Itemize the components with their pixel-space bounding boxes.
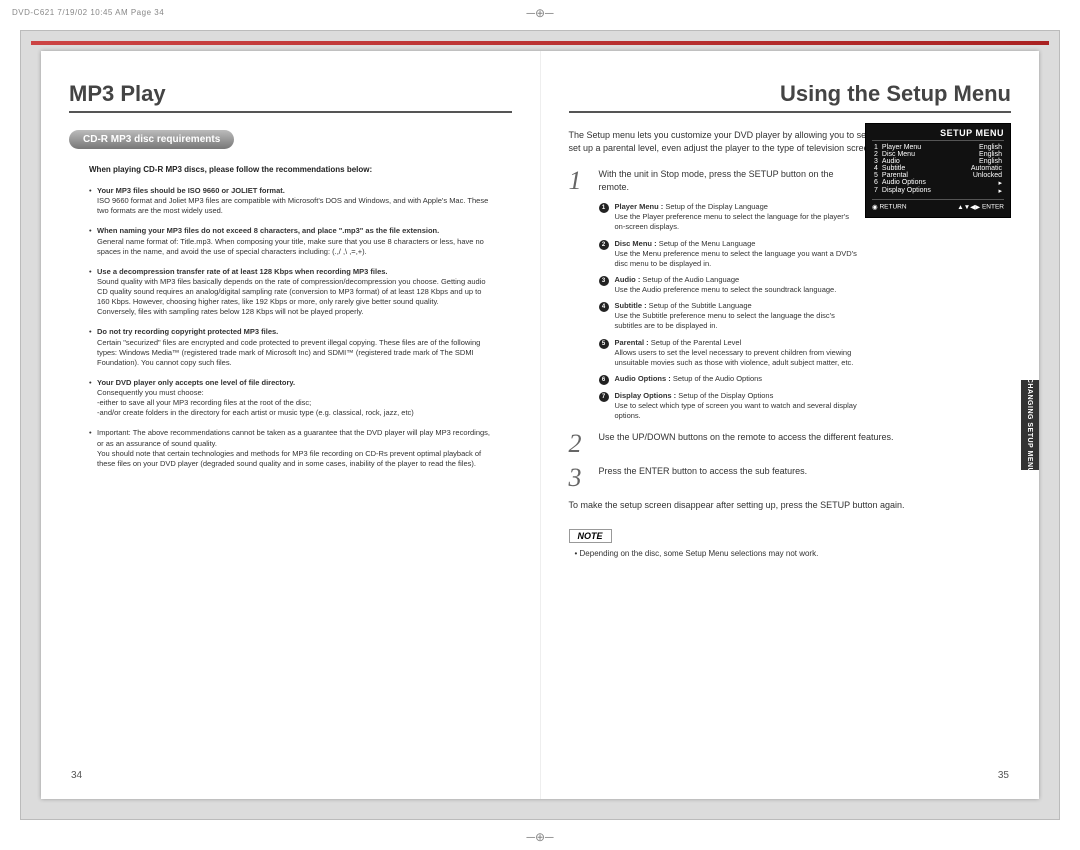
page-spread: MP3 Play CD-R MP3 disc requirements When…	[41, 51, 1039, 799]
requirement-head: Do not try recording copyright protected…	[97, 327, 492, 337]
def-body: Audio Options : Setup of the Audio Optio…	[615, 374, 763, 385]
note-text: • Depending on the disc, some Setup Menu…	[575, 549, 1012, 558]
section-intro: When playing CD-R MP3 discs, please foll…	[89, 165, 492, 174]
def-number-icon: 6	[599, 375, 609, 385]
requirement-body: Sound quality with MP3 files basically d…	[97, 277, 486, 316]
requirement-item: Do not try recording copyright protected…	[89, 327, 492, 368]
requirement-item: When naming your MP3 files do not exceed…	[89, 226, 492, 256]
requirement-list: Your MP3 files should be ISO 9660 or JOL…	[89, 186, 492, 469]
page-title-left: MP3 Play	[69, 81, 512, 107]
step-text: Use the UP/DOWN buttons on the remote to…	[599, 431, 1012, 457]
osd-row: 1Player MenuEnglish	[872, 144, 1004, 151]
menu-def-item: 4 Subtitle : Setup of the Subtitle Langua…	[599, 301, 859, 331]
requirement-body: Consequently you must choose: -either to…	[97, 388, 414, 417]
page-frame: MP3 Play CD-R MP3 disc requirements When…	[20, 30, 1060, 820]
osd-enter: ▲▼◀▶ ENTER	[957, 203, 1004, 211]
menu-def-item: 7 Display Options : Setup of the Display …	[599, 391, 859, 421]
def-number-icon: 7	[599, 392, 609, 402]
step-text: Press the ENTER button to access the sub…	[599, 465, 1012, 491]
def-number-icon: 2	[599, 240, 609, 250]
menu-def-item: 3 Audio : Setup of the Audio LanguageUse …	[599, 275, 859, 295]
requirement-item: Your DVD player only accepts one level o…	[89, 378, 492, 419]
def-number-icon: 1	[599, 203, 609, 213]
requirement-item: Important: The above recommendations can…	[89, 428, 492, 469]
def-body: Display Options : Setup of the Display O…	[615, 391, 859, 421]
title-rule	[569, 111, 1012, 113]
def-number-icon: 5	[599, 339, 609, 349]
menu-definitions: 1 Player Menu : Setup of the Display Lang…	[599, 202, 859, 421]
def-body: Subtitle : Setup of the Subtitle Languag…	[615, 301, 859, 331]
requirement-body: ISO 9660 format and Joliet MP3 files are…	[97, 196, 488, 215]
header-accent-bar	[31, 41, 1049, 45]
requirement-head: Your DVD player only accepts one level o…	[97, 378, 492, 388]
step-number: 3	[569, 465, 589, 491]
osd-row: 3AudioEnglish	[872, 158, 1004, 165]
requirement-body: Important: The above recommendations can…	[97, 428, 490, 467]
menu-def-item: 6 Audio Options : Setup of the Audio Opti…	[599, 374, 859, 385]
requirement-head: When naming your MP3 files do not exceed…	[97, 226, 492, 236]
def-number-icon: 3	[599, 276, 609, 286]
page-title-right: Using the Setup Menu	[569, 81, 1012, 107]
requirement-body: General name format of: Title.mp3. When …	[97, 237, 484, 256]
step-number: 2	[569, 431, 589, 457]
osd-row: 7Display Options▸	[872, 187, 1004, 195]
menu-def-item: 1 Player Menu : Setup of the Display Lang…	[599, 202, 859, 232]
menu-def-item: 2 Disc Menu : Setup of the Menu LanguageU…	[599, 239, 859, 269]
step-3: 3 Press the ENTER button to access the s…	[569, 465, 1012, 491]
page-number-right: 35	[998, 770, 1009, 781]
osd-row: 4SubtitleAutomatic	[872, 165, 1004, 172]
title-rule	[69, 111, 512, 113]
osd-row: 6Audio Options▸	[872, 179, 1004, 187]
step-2: 2 Use the UP/DOWN buttons on the remote …	[569, 431, 1012, 457]
step-number: 1	[569, 168, 589, 194]
requirement-item: Your MP3 files should be ISO 9660 or JOL…	[89, 186, 492, 216]
def-body: Parental : Setup of the Parental LevelAl…	[615, 338, 859, 368]
requirement-body: Certain "securized" files are encrypted …	[97, 338, 480, 367]
page-right: Using the Setup Menu The Setup menu lets…	[541, 51, 1040, 799]
side-tab: CHANGING SETUP MENU	[1021, 380, 1039, 470]
osd-row: 2Disc MenuEnglish	[872, 151, 1004, 158]
osd-footer: ◉ RETURN ▲▼◀▶ ENTER	[872, 199, 1004, 211]
osd-title: SETUP MENU	[872, 128, 1004, 141]
def-body: Disc Menu : Setup of the Menu LanguageUs…	[615, 239, 859, 269]
def-body: Audio : Setup of the Audio LanguageUse t…	[615, 275, 837, 295]
section-pill: CD-R MP3 disc requirements	[69, 130, 234, 149]
osd-row: 5ParentalUnlocked	[872, 172, 1004, 179]
crop-mark-bottom: ─⊕─	[526, 830, 553, 844]
note-box: NOTE • Depending on the disc, some Setup…	[569, 526, 1012, 558]
def-body: Player Menu : Setup of the Display Langu…	[615, 202, 859, 232]
crop-mark-top: ─⊕─	[526, 6, 553, 20]
osd-setup-menu: SETUP MENU 1Player MenuEnglish2Disc Menu…	[865, 123, 1011, 218]
page-left: MP3 Play CD-R MP3 disc requirements When…	[41, 51, 541, 799]
page-number-left: 34	[71, 770, 82, 781]
requirement-head: Use a decompression transfer rate of at …	[97, 267, 492, 277]
note-label: NOTE	[569, 529, 612, 543]
print-header: DVD-C621 7/19/02 10:45 AM Page 34	[12, 8, 164, 17]
requirement-item: Use a decompression transfer rate of at …	[89, 267, 492, 318]
requirement-head: Your MP3 files should be ISO 9660 or JOL…	[97, 186, 492, 196]
step-text: With the unit in Stop mode, press the SE…	[599, 168, 859, 194]
osd-return: ◉ RETURN	[872, 203, 907, 211]
footnote: To make the setup screen disappear after…	[569, 499, 1012, 512]
menu-def-item: 5 Parental : Setup of the Parental LevelA…	[599, 338, 859, 368]
def-number-icon: 4	[599, 302, 609, 312]
